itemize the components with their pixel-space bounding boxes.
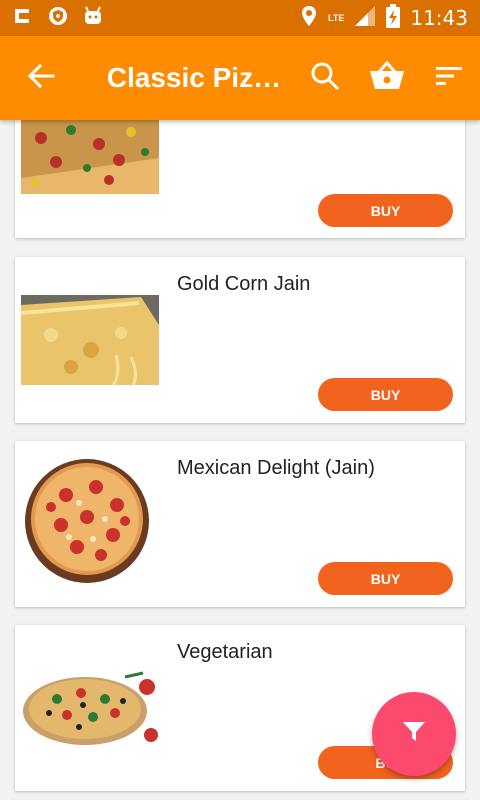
app-bar: Classic Piz… bbox=[0, 36, 480, 120]
product-image bbox=[21, 120, 159, 194]
product-image bbox=[21, 295, 159, 385]
sort-button[interactable] bbox=[418, 36, 480, 120]
buy-button[interactable]: BUY bbox=[318, 194, 453, 227]
product-name: Mexican Delight (Jain) bbox=[177, 457, 375, 479]
search-button[interactable] bbox=[294, 36, 356, 120]
buy-button[interactable]: BUY bbox=[318, 378, 453, 411]
c-app-icon bbox=[12, 6, 34, 31]
filter-fab[interactable] bbox=[372, 692, 456, 776]
arrow-back-icon bbox=[27, 62, 55, 95]
page-title: Classic Piz… bbox=[106, 62, 282, 93]
basket-icon bbox=[369, 60, 405, 96]
battery-charging-icon bbox=[386, 3, 401, 33]
sort-icon bbox=[434, 64, 464, 93]
shield-icon bbox=[48, 6, 68, 31]
search-icon bbox=[310, 61, 340, 96]
status-bar: LTE 11:43 bbox=[0, 0, 480, 36]
filter-icon bbox=[402, 721, 426, 748]
signal-icon bbox=[354, 5, 376, 32]
product-name: Gold Corn Jain bbox=[177, 273, 311, 295]
product-card[interactable]: BUY bbox=[15, 120, 465, 238]
cart-button[interactable] bbox=[356, 36, 418, 120]
location-icon bbox=[300, 5, 318, 32]
clock: 11:43 bbox=[410, 6, 468, 30]
product-card[interactable]: Gold Corn Jain BUY bbox=[15, 257, 465, 423]
product-image bbox=[21, 455, 159, 585]
product-card[interactable]: Mexican Delight (Jain) BUY bbox=[15, 441, 465, 607]
product-name: Vegetarian bbox=[177, 641, 273, 663]
back-button[interactable] bbox=[0, 36, 83, 120]
network-type: LTE bbox=[328, 13, 345, 23]
product-image bbox=[21, 669, 159, 747]
android-icon bbox=[82, 6, 104, 31]
buy-button[interactable]: BUY bbox=[318, 562, 453, 595]
